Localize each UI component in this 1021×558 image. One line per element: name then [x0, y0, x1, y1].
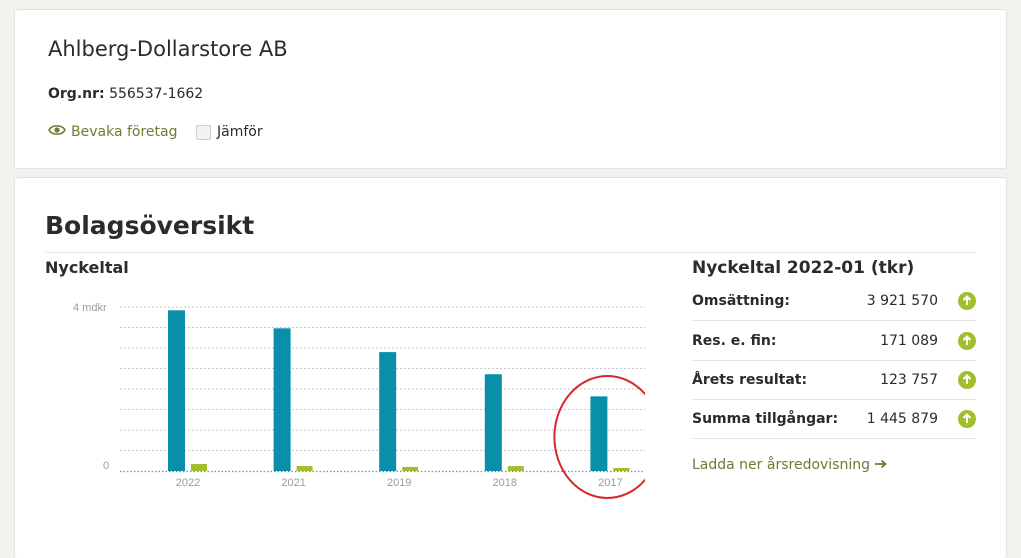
bar [402, 466, 419, 471]
key-figure-value: 1 445 879 [866, 410, 938, 427]
key-figure-value: 3 921 570 [866, 292, 938, 309]
key-figure-label: Res. e. fin: [692, 332, 777, 349]
arrow-right-icon [874, 457, 888, 473]
compare-checkbox[interactable] [196, 124, 211, 140]
y-tick-label: 4 mdkr [73, 302, 107, 314]
compare-toggle[interactable]: Jämför [196, 124, 263, 140]
key-figure-row: Omsättning: 3 921 570 [692, 281, 976, 321]
compare-label: Jämför [217, 124, 263, 140]
x-tick-label: 2019 [387, 477, 411, 489]
key-figures-heading: Nyckeltal 2022-01 (tkr) [692, 258, 915, 278]
bar [191, 464, 207, 471]
key-figure-label: Summa tillgångar: [692, 410, 839, 427]
arrow-up-icon [958, 331, 976, 350]
arrow-up-icon [958, 291, 976, 310]
eye-icon [48, 124, 66, 140]
key-figure-label: Omsättning: [692, 292, 791, 309]
bar [613, 468, 630, 471]
y-tick-label: 0 [103, 460, 109, 472]
bar [590, 396, 608, 471]
bar [273, 328, 291, 471]
arrow-up-icon [958, 409, 976, 428]
download-annual-report-label: Ladda ner årsredovisning [692, 457, 871, 473]
key-figure-label: Årets resultat: [692, 371, 808, 388]
company-overview-card: Bolagsöversikt Nyckeltal Nyckeltal 2022-… [14, 177, 1007, 558]
bar [484, 374, 502, 471]
x-tick-label: 2022 [176, 477, 200, 489]
key-figure-row: Årets resultat: 123 757 [692, 360, 976, 400]
bar [168, 310, 185, 471]
arrow-up-icon [958, 370, 976, 389]
key-figure-value: 171 089 [880, 332, 938, 349]
bar [507, 466, 524, 471]
x-tick-label: 2021 [281, 477, 305, 489]
watch-company-button[interactable]: Bevaka företag [48, 124, 177, 140]
key-figures-chart: 4 mdkr 0 2022 2021 2019 2018 2017 [73, 302, 645, 499]
x-tick-label: 2017 [598, 477, 622, 489]
download-annual-report-link[interactable]: Ladda ner årsredovisning [692, 457, 888, 473]
key-figure-row: Summa tillgångar: 1 445 879 [692, 399, 976, 439]
company-header-card: Ahlberg-Dollarstore AB Org.nr: 556537-16… [14, 9, 1007, 169]
overview-title: Bolagsöversikt [45, 211, 255, 240]
company-name: Ahlberg-Dollarstore AB [48, 37, 288, 61]
divider [45, 252, 976, 253]
org-number-label: Org.nr: [48, 86, 105, 102]
watch-company-label: Bevaka företag [71, 124, 178, 140]
bar [296, 466, 313, 471]
org-number: Org.nr: 556537-1662 [48, 86, 203, 102]
bar [379, 352, 397, 471]
key-figure-value: 123 757 [880, 371, 938, 388]
x-tick-label: 2018 [493, 477, 517, 489]
key-figure-row: Res. e. fin: 171 089 [692, 321, 976, 361]
org-number-value: 556537-1662 [109, 86, 204, 102]
chart-heading: Nyckeltal [45, 258, 129, 277]
